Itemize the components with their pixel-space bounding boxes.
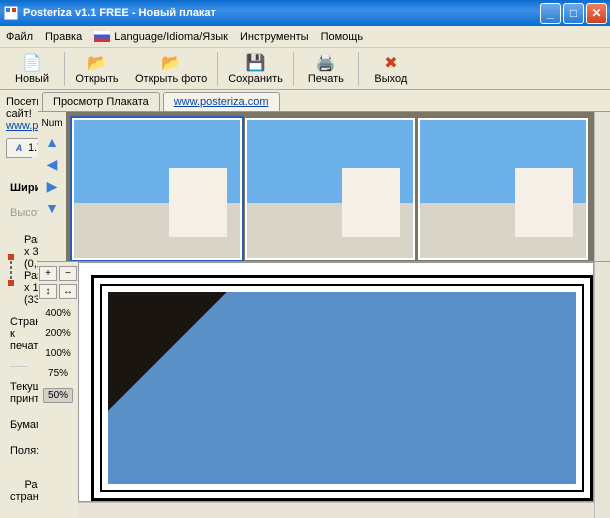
page-preview <box>78 262 594 502</box>
paper-label: Бумага: <box>10 419 38 431</box>
zoom-width-button[interactable]: ↔ <box>59 284 77 299</box>
nav-down-icon[interactable]: ▼ <box>43 199 61 217</box>
maximize-button[interactable]: □ <box>563 3 584 24</box>
open-icon: 📂 <box>87 53 107 73</box>
menubar: Файл Правка Language/Idioma/Язык Инструм… <box>0 26 610 48</box>
pages-label: Страниц к печати: <box>10 316 38 352</box>
minimize-button[interactable]: _ <box>540 3 561 24</box>
zoom-out-button[interactable]: − <box>59 266 77 281</box>
new-icon: 📄 <box>22 53 42 73</box>
preview-hscrollbar[interactable] <box>78 502 594 518</box>
visit-text: Посети наш web-сайт! <box>6 96 38 120</box>
pagesize-label: Размер страницы: <box>10 479 38 503</box>
nav-left-icon[interactable]: ◀ <box>43 155 61 173</box>
print-icon: 🖨️ <box>316 53 336 73</box>
toolbar: 📄Новый 📂Открыть 📂Открыть фото 💾Сохранить… <box>0 48 610 90</box>
size-icon <box>10 256 12 284</box>
printer-label: Текущий принтер: <box>10 381 38 405</box>
right-panel: Просмотр Плаката www.posteriza.com Num ▲… <box>38 90 610 518</box>
print-button[interactable]: 🖨️Печать <box>296 49 356 89</box>
open-button[interactable]: 📂Открыть <box>67 49 127 89</box>
nav-right-icon[interactable]: ▶ <box>43 177 61 195</box>
num-label: Num <box>41 118 62 129</box>
exit-button[interactable]: ✖Выход <box>361 49 421 89</box>
margin-label: Поля: <box>10 445 38 457</box>
width-label: Ширина: <box>10 182 38 194</box>
thumbnail-grid <box>66 112 594 261</box>
close-button[interactable]: ✕ <box>586 3 607 24</box>
open-photo-icon: 📂 <box>161 53 181 73</box>
thumb-1[interactable] <box>72 118 242 260</box>
menu-edit[interactable]: Правка <box>45 31 82 43</box>
size-panel: Ширина: ▲▼ страниц Высота: страниц ✓Авто… <box>6 164 32 518</box>
left-panel: Посети наш web-сайт! www.posteriza.com ➜… <box>0 90 38 518</box>
flag-icon <box>94 31 110 42</box>
thumb-3[interactable] <box>418 118 588 260</box>
zoom-200[interactable]: 200% <box>45 328 71 339</box>
website-tab[interactable]: www.posteriza.com <box>163 92 280 111</box>
new-button[interactable]: 📄Новый <box>2 49 62 89</box>
thumbs-scrollbar[interactable] <box>594 112 610 261</box>
visit-link[interactable]: www.posteriza.com <box>6 120 38 132</box>
exit-icon: ✖ <box>384 53 397 73</box>
menu-help[interactable]: Помощь <box>321 31 364 43</box>
height-label: Высота: <box>10 207 38 219</box>
zoom-50[interactable]: 50% <box>43 388 73 403</box>
zoom-75[interactable]: 75% <box>48 368 68 379</box>
window-title: Posteriza v1.1 FREE - Новый плакат <box>23 7 540 19</box>
open-photo-button[interactable]: 📂Открыть фото <box>127 49 215 89</box>
zoom-fit-button[interactable]: ↕ <box>39 284 57 299</box>
tabstrip: A1.Тексты 🖼2.Фото ▢3.Рамка ⤢4.Размер <box>6 138 32 158</box>
menu-file[interactable]: Файл <box>6 31 33 43</box>
menu-language[interactable]: Language/Idioma/Язык <box>94 31 228 43</box>
zoom-100[interactable]: 100% <box>45 348 71 359</box>
zoom-column: +− ↕↔ 400% 200% 100% 75% 50% <box>38 262 78 518</box>
thumb-2[interactable] <box>245 118 415 260</box>
save-button[interactable]: 💾Сохранить <box>220 49 291 89</box>
tab-texts[interactable]: A1.Тексты <box>6 138 38 157</box>
nav-up-icon[interactable]: ▲ <box>43 133 61 151</box>
save-icon: 💾 <box>246 53 266 73</box>
zoom-in-button[interactable]: + <box>39 266 57 281</box>
preview-vscrollbar[interactable] <box>594 262 610 518</box>
app-icon <box>3 5 19 21</box>
zoom-400[interactable]: 400% <box>45 308 71 319</box>
titlebar: Posteriza v1.1 FREE - Новый плакат _ □ ✕ <box>0 0 610 26</box>
menu-tools[interactable]: Инструменты <box>240 31 309 43</box>
preview-tab[interactable]: Просмотр Плаката <box>42 92 160 111</box>
